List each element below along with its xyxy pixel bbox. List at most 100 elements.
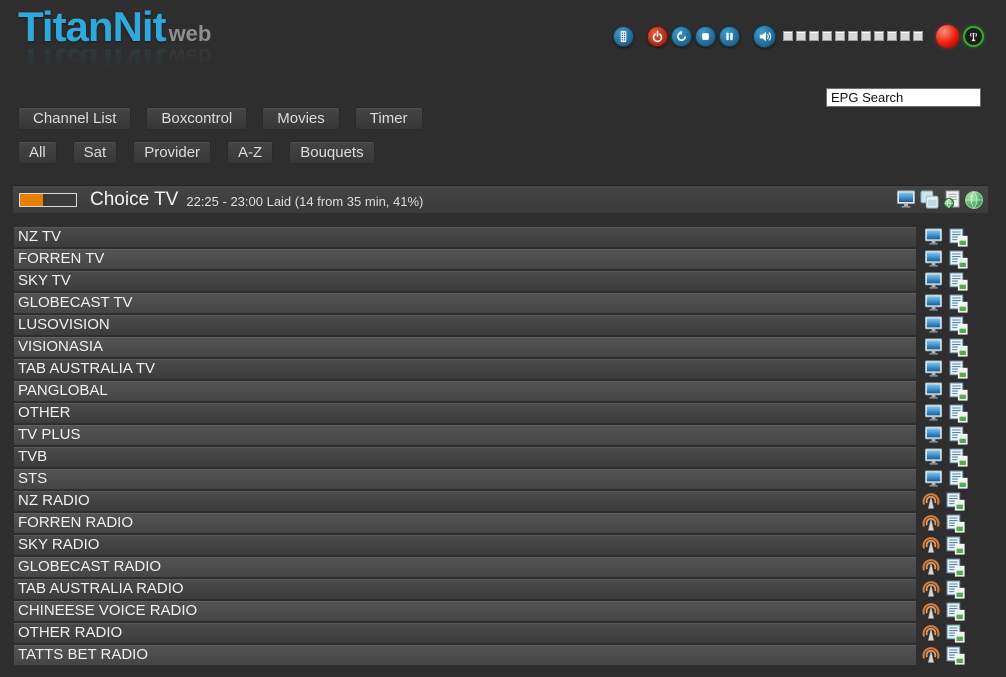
bouquet-list-icon[interactable] [946, 514, 965, 533]
bouquet-list-icon[interactable] [949, 250, 968, 269]
epg-page-icon[interactable] [942, 190, 961, 209]
tv-icon[interactable] [924, 448, 944, 466]
tv-icon[interactable] [924, 382, 944, 400]
stream-tv-icon[interactable] [896, 190, 917, 209]
tv-icon[interactable] [924, 250, 944, 268]
channel-name-cell[interactable]: SKY TV [14, 271, 916, 291]
bouquet-list-icon[interactable] [949, 382, 968, 401]
nav-channel-list[interactable]: Channel List [18, 107, 131, 130]
bouquet-list-icon[interactable] [946, 624, 965, 643]
record-indicator-icon [936, 25, 959, 48]
bouquet-list-icon[interactable] [949, 338, 968, 357]
filter-sat[interactable]: Sat [73, 141, 118, 164]
channel-name-cell[interactable]: CHINEESE VOICE RADIO [14, 601, 916, 621]
radio-icon[interactable] [921, 602, 941, 620]
app-logo: TitanNit web TitanNit web [18, 6, 211, 84]
channel-name-cell[interactable]: OTHER [14, 403, 916, 423]
radio-icon[interactable] [921, 624, 941, 642]
filter-provider[interactable]: Provider [133, 141, 211, 164]
bouquet-list-icon[interactable] [949, 404, 968, 423]
channel-name-cell[interactable]: GLOBECAST TV [14, 293, 916, 313]
channel-name-cell[interactable]: TVB [14, 447, 916, 467]
bouquet-list-icon[interactable] [949, 360, 968, 379]
tv-icon[interactable] [924, 338, 944, 356]
nav-movies[interactable]: Movies [262, 107, 340, 130]
channel-list: NZ TV FORREN TV [14, 227, 992, 667]
bouquet-list-icon[interactable] [949, 448, 968, 467]
current-epg-info: 22:25 - 23:00 Laid (14 from 35 min, 41%) [186, 194, 423, 209]
channel-name-cell[interactable]: NZ RADIO [14, 491, 916, 511]
tv-icon[interactable] [924, 470, 944, 488]
pause-icon[interactable] [719, 26, 740, 47]
channel-name-cell[interactable]: LUSOVISION [14, 315, 916, 335]
channel-name-cell[interactable]: VISIONASIA [14, 337, 916, 357]
radio-icon[interactable] [921, 514, 941, 532]
channel-name-cell[interactable]: TAB AUSTRALIA TV [14, 359, 916, 379]
channel-name-cell[interactable]: STS [14, 469, 916, 489]
volume-segment[interactable] [913, 31, 923, 41]
power-icon[interactable] [647, 26, 668, 47]
filter-az[interactable]: A-Z [227, 141, 273, 164]
tv-icon[interactable] [924, 294, 944, 312]
channel-name-cell[interactable]: FORREN RADIO [14, 513, 916, 533]
bouquet-list-icon[interactable] [949, 272, 968, 291]
volume-segment[interactable] [874, 31, 884, 41]
filter-all[interactable]: All [18, 141, 57, 164]
channel-name-cell[interactable]: NZ TV [14, 227, 916, 247]
bouquet-list-icon[interactable] [946, 492, 965, 511]
bouquet-list-icon[interactable] [949, 228, 968, 247]
bouquet-list-icon[interactable] [949, 294, 968, 313]
radio-icon[interactable] [921, 536, 941, 554]
volume-segment[interactable] [796, 31, 806, 41]
radio-icon[interactable] [921, 646, 941, 664]
channel-name-cell[interactable]: TATTS BET RADIO [14, 645, 916, 665]
radio-icon[interactable] [921, 492, 941, 510]
volume-speaker-icon[interactable] [753, 25, 776, 48]
tv-icon[interactable] [924, 404, 944, 422]
epg-search-input[interactable] [826, 88, 981, 107]
volume-segment[interactable] [848, 31, 858, 41]
volume-segment[interactable] [887, 31, 897, 41]
bouquet-list-icon[interactable] [949, 470, 968, 489]
channel-name-cell[interactable]: GLOBECAST RADIO [14, 557, 916, 577]
channel-name-cell[interactable]: FORREN TV [14, 249, 916, 269]
radio-icon[interactable] [921, 580, 941, 598]
volume-segment[interactable] [861, 31, 871, 41]
tv-icon[interactable] [924, 360, 944, 378]
filter-bouquets[interactable]: Bouquets [289, 141, 374, 164]
tv-icon[interactable] [924, 272, 944, 290]
bouquet-list-icon[interactable] [946, 580, 965, 599]
nav-timer[interactable]: Timer [355, 107, 423, 130]
channel-row: TVB [14, 447, 992, 467]
radio-icon[interactable] [921, 558, 941, 576]
filter-nav: All Sat Provider A-Z Bouquets [18, 141, 391, 164]
duplicate-windows-icon[interactable] [920, 190, 939, 209]
tv-icon[interactable] [924, 228, 944, 246]
bouquet-list-icon[interactable] [946, 558, 965, 577]
volume-segment[interactable] [822, 31, 832, 41]
bouquet-list-icon[interactable] [949, 426, 968, 445]
bouquet-list-icon[interactable] [946, 602, 965, 621]
volume-segment[interactable] [835, 31, 845, 41]
nav-boxcontrol[interactable]: Boxcontrol [146, 107, 247, 130]
channel-row: TATTS BET RADIO [14, 645, 992, 665]
channel-row: NZ TV [14, 227, 992, 247]
channel-name-cell[interactable]: SKY RADIO [14, 535, 916, 555]
volume-segment[interactable] [809, 31, 819, 41]
bouquet-list-icon[interactable] [946, 646, 965, 665]
bouquet-list-icon[interactable] [946, 536, 965, 555]
restart-icon[interactable] [671, 26, 692, 47]
tv-icon[interactable] [924, 426, 944, 444]
channel-name-cell[interactable]: TAB AUSTRALIA RADIO [14, 579, 916, 599]
channel-name-cell[interactable]: OTHER RADIO [14, 623, 916, 643]
bouquet-list-icon[interactable] [949, 316, 968, 335]
web-globe-icon[interactable] [964, 190, 984, 210]
channel-name-cell[interactable]: PANGLOBAL [14, 381, 916, 401]
stop-icon[interactable] [695, 26, 716, 47]
tv-icon[interactable] [924, 316, 944, 334]
channel-row: FORREN TV [14, 249, 992, 269]
volume-segment[interactable] [783, 31, 793, 41]
remote-keypad-icon[interactable] [613, 26, 634, 47]
channel-name-cell[interactable]: TV PLUS [14, 425, 916, 445]
volume-segment[interactable] [900, 31, 910, 41]
